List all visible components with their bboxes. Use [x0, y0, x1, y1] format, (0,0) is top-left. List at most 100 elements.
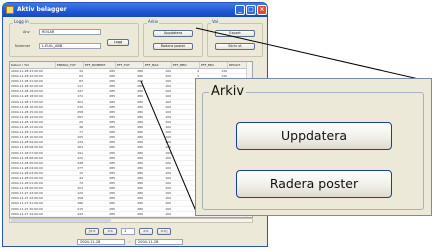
options-group-caption: Val [211, 19, 219, 24]
first-page-button[interactable]: |<< [85, 228, 99, 235]
table-cell: 277 [77, 165, 83, 170]
number-field[interactable]: L-ELVL_ABB [39, 43, 101, 49]
next-page-button[interactable]: >> [139, 228, 153, 235]
table-cell: 280 [137, 84, 143, 89]
archive-group: Arkiv [143, 19, 203, 57]
print-button[interactable]: Skriv ut [215, 43, 255, 50]
table-cell: 191 [77, 150, 83, 155]
column-header[interactable]: EFF_MOMENT [84, 62, 116, 68]
table-cell: 100 [165, 175, 171, 180]
table-cell: 280 [137, 89, 143, 94]
table-cell: 101 [77, 186, 83, 191]
table-cell: 2004-11-28 14:00:00 [11, 114, 43, 119]
table-cell: 285 [109, 211, 115, 216]
column-header[interactable]: EFF_MIN [200, 62, 228, 68]
table-cell: 280 [137, 69, 143, 73]
table-cell: 280 [137, 130, 143, 135]
table-cell: 2004-11-28 03:00:00 [11, 170, 43, 175]
table-cell: 100 [165, 160, 171, 165]
date-from-field[interactable]: 2004-11-28 [77, 239, 125, 245]
table-cell: 100 [165, 74, 171, 79]
title-bar[interactable]: Aktiv belagger _ □ × [3, 3, 267, 17]
table-cell: 158 [77, 196, 83, 201]
column-header[interactable]: ENERGI_TOT [56, 62, 84, 68]
table-cell: 285 [109, 170, 115, 175]
table-cell: 285 [109, 150, 115, 155]
table-cell: 280 [137, 119, 143, 124]
table-cell: 100 [165, 79, 171, 84]
table-cell: 285 [109, 196, 115, 201]
column-header[interactable]: EFF_MAX [144, 62, 172, 68]
table-cell: 129 [77, 191, 83, 196]
user-field[interactable]: ROSAR [39, 29, 101, 35]
table-cell: 280 [137, 79, 143, 84]
update-button[interactable]: Uppdatera [236, 122, 392, 150]
table-cell: 280 [137, 140, 143, 145]
date-to-field[interactable]: 2004-11-28 [135, 239, 183, 245]
table-cell: 2004-11-28 15:00:00 [11, 109, 43, 114]
table-cell: 117 [77, 84, 83, 89]
horizontal-scrollbar[interactable] [9, 218, 253, 223]
table-cell: 285 [109, 191, 115, 196]
column-header[interactable]: EFF_TOT [116, 62, 144, 68]
table-cell: 100 [165, 206, 171, 211]
table-cell: 2004-11-28 17:00:00 [11, 99, 43, 104]
table-cell: 220 [77, 155, 83, 160]
delete-records-button-small[interactable]: Radera poster [153, 43, 193, 50]
table-cell: 280 [137, 114, 143, 119]
table-cell: 285 [109, 104, 115, 109]
scrollbar-thumb[interactable] [11, 219, 111, 222]
table-cell: 280 [137, 99, 143, 104]
table-cell: 2004-11-28 07:00:00 [11, 150, 43, 155]
table-cell: 285 [109, 109, 115, 114]
table-cell: 280 [137, 206, 143, 211]
delete-records-button[interactable]: Radera poster [236, 170, 392, 198]
column-header[interactable]: Datum / Tid [10, 62, 56, 68]
table-cell: 44 [79, 175, 83, 180]
table-cell: 2004-11-28 13:00:00 [11, 119, 43, 124]
last-page-button[interactable]: >>| [157, 228, 171, 235]
prev-page-button[interactable]: << [103, 228, 117, 235]
table-cell: 280 [137, 211, 143, 216]
close-button[interactable]: × [257, 5, 267, 15]
column-header[interactable]: EFF_MED [172, 62, 200, 68]
table-cell: 100 [165, 211, 171, 216]
table-cell: 2004-11-27 22:00:00 [11, 196, 43, 201]
table-cell: 285 [109, 135, 115, 140]
table-cell: 4 [197, 69, 199, 73]
table-cell: 285 [109, 79, 115, 84]
table-cell: 77 [79, 130, 83, 135]
table-cell: 100 [165, 191, 171, 196]
table-cell: 62 [79, 74, 83, 79]
login-button[interactable]: Logg [107, 39, 129, 46]
table-cell: 280 [137, 201, 143, 206]
number-label: Nummer [15, 44, 31, 48]
table-cell: 100 [165, 89, 171, 94]
window-title: Aktiv belagger [17, 6, 67, 13]
update-button-small[interactable]: Uppdatera [153, 30, 193, 37]
maximize-button[interactable]: □ [246, 5, 256, 15]
table-cell: 285 [109, 89, 115, 94]
table-cell: 15 [79, 170, 83, 175]
table-cell: 285 [109, 119, 115, 124]
table-cell: 287 [77, 114, 83, 119]
table-cell: 248 [77, 160, 83, 165]
export-button[interactable]: Export [215, 30, 255, 37]
table-cell: 34 [79, 69, 83, 73]
table-cell: 2004-11-28 11:00:00 [11, 130, 43, 135]
table-cell: 100 [165, 140, 171, 145]
table-cell: 100 [165, 109, 171, 114]
table-cell: 280 [137, 94, 143, 99]
table-cell: 2004-11-28 05:00:00 [11, 160, 43, 165]
table-cell: 100 [165, 99, 171, 104]
table-cell: 186 [77, 201, 83, 206]
table-cell: 285 [109, 160, 115, 165]
page-number-field[interactable]: 1 [121, 228, 135, 235]
table-cell: 100 [165, 104, 171, 109]
table-cell: 258 [77, 109, 83, 114]
table-cell: 100 [165, 125, 171, 130]
table-cell: 285 [109, 201, 115, 206]
archive-group-caption: Arkiv [147, 19, 160, 24]
minimize-button[interactable]: _ [235, 5, 245, 15]
table-cell: 285 [109, 125, 115, 130]
